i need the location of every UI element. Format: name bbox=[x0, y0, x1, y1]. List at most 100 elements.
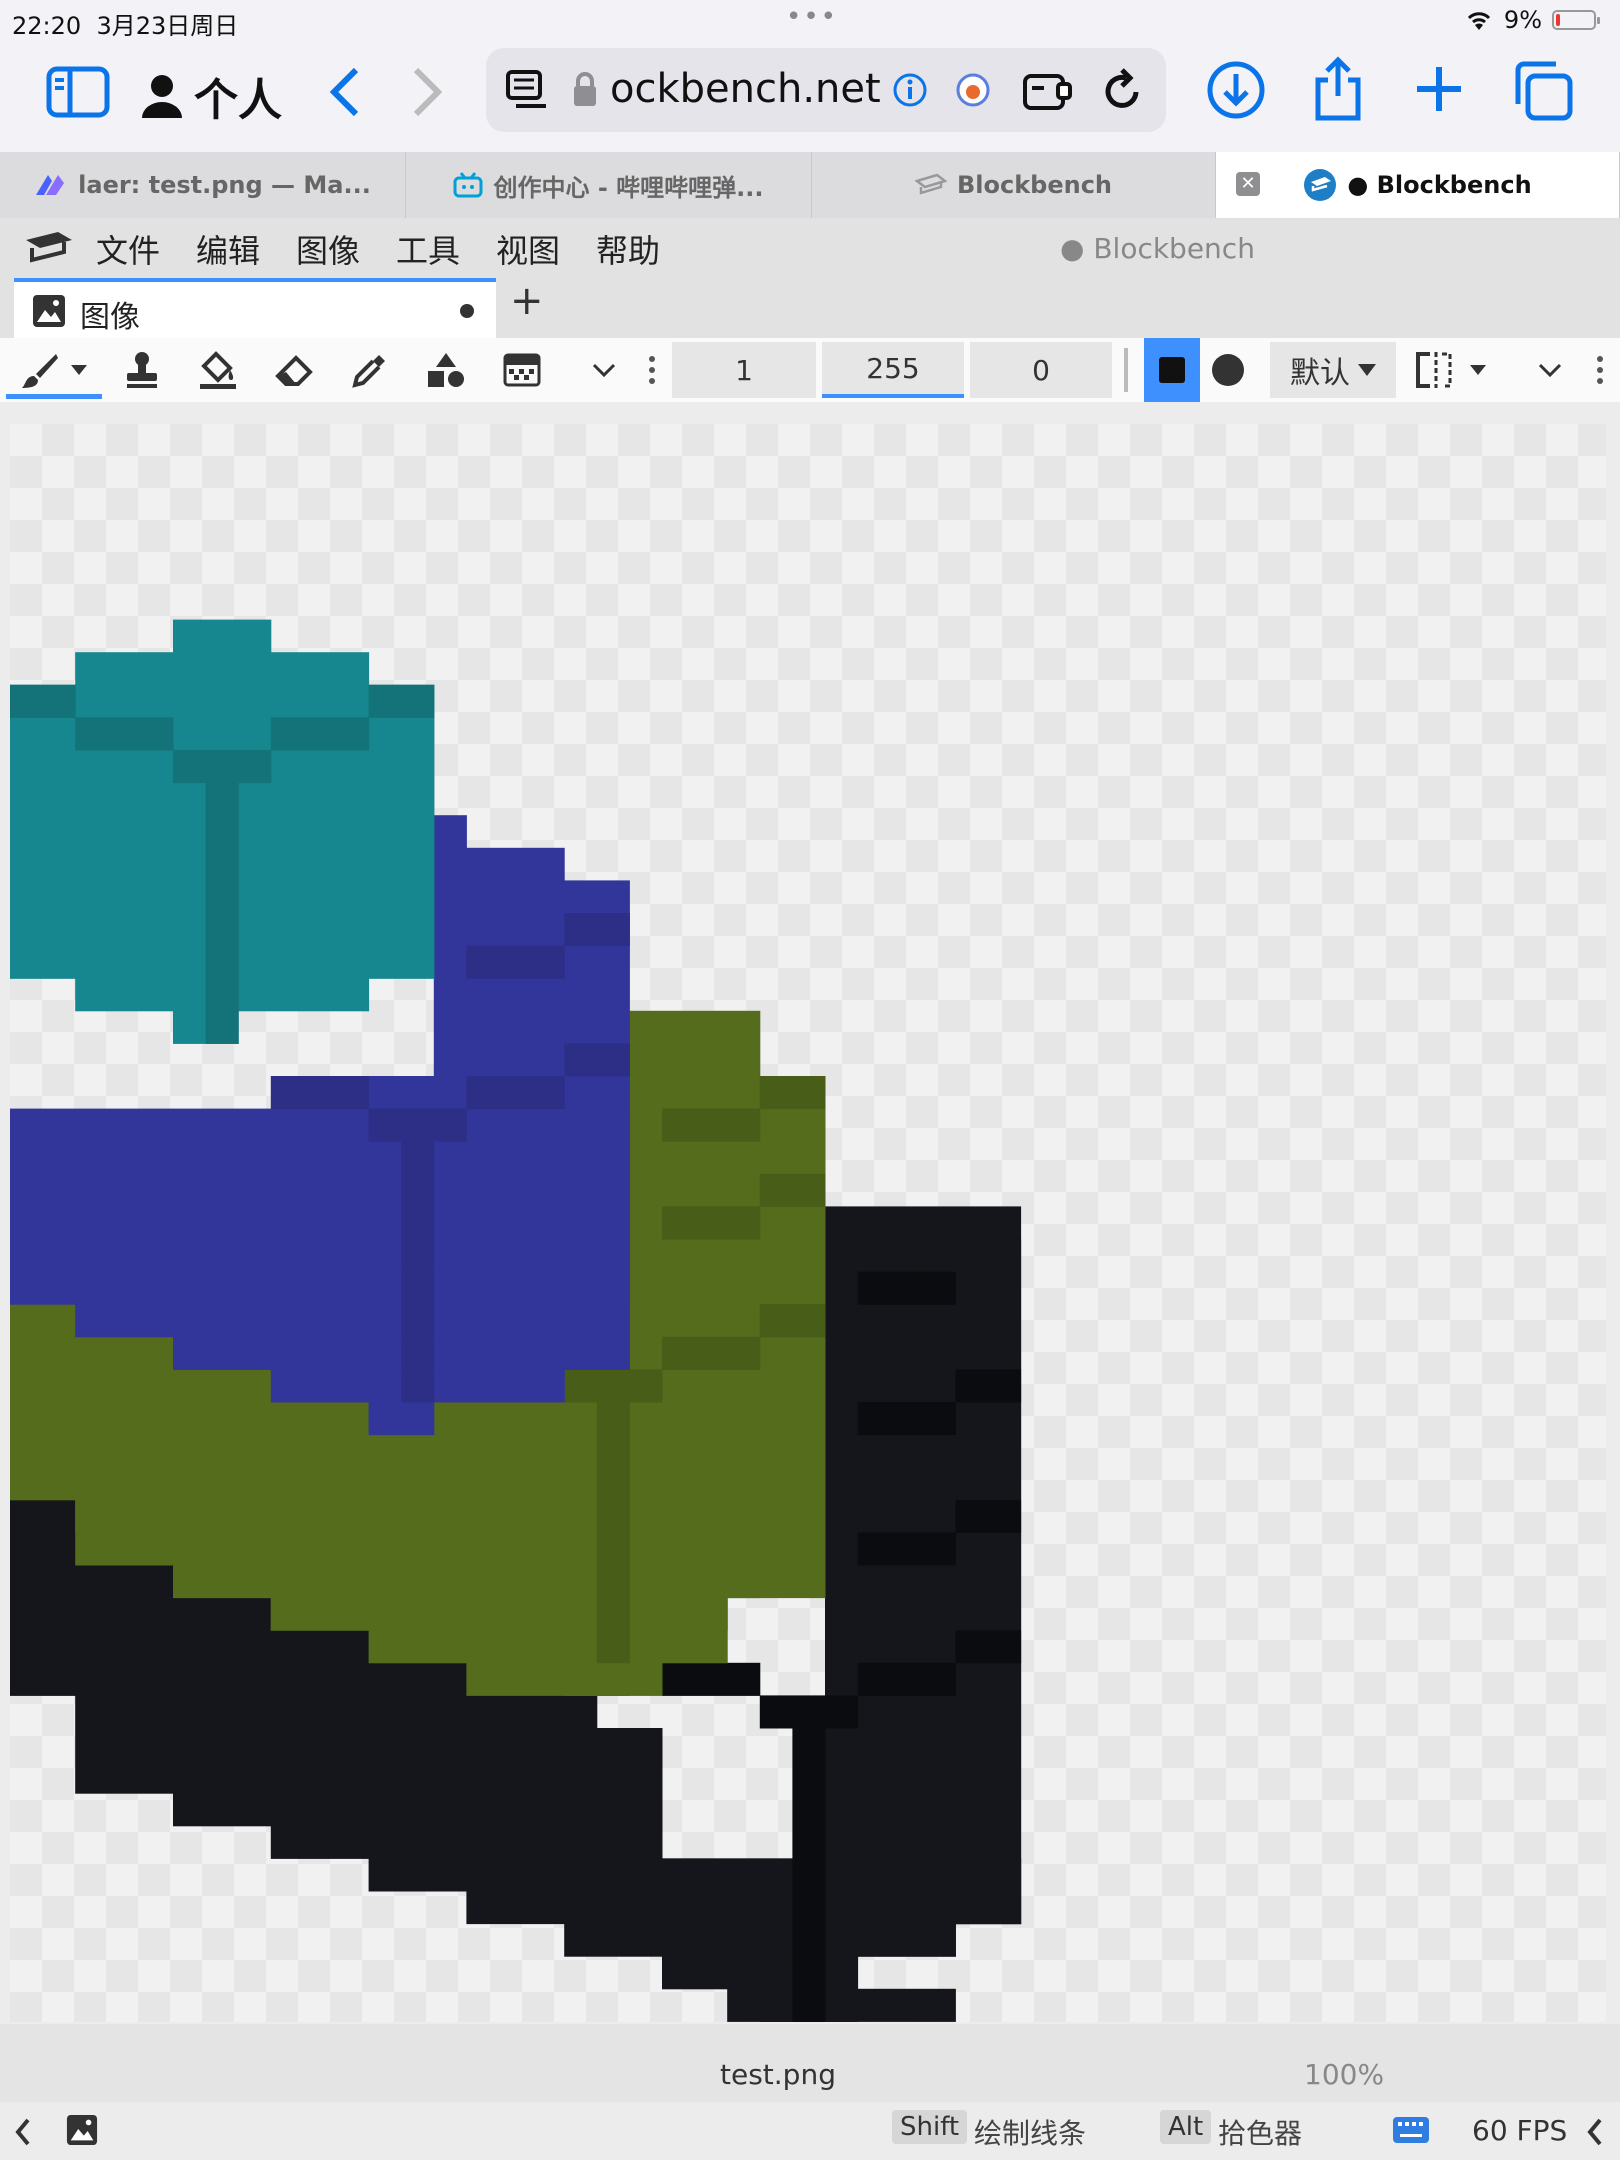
black-leaf-pixels[interactable] bbox=[75, 1728, 663, 1794]
forward-icon[interactable] bbox=[410, 66, 446, 118]
gradient-tool[interactable] bbox=[500, 348, 544, 392]
brush-dropdown[interactable] bbox=[64, 348, 94, 392]
black-leaf-shade[interactable] bbox=[662, 1662, 761, 1696]
green-leaf-pixels[interactable] bbox=[173, 1532, 630, 1566]
blue-leaf-pixels[interactable] bbox=[10, 1108, 630, 1273]
blue-leaf-pixels[interactable] bbox=[173, 1336, 272, 1370]
pixel-artwork[interactable] bbox=[10, 424, 1606, 2022]
overflow-dropdown[interactable] bbox=[1528, 348, 1572, 392]
share-icon[interactable] bbox=[1310, 56, 1366, 122]
teal-leaf-shade[interactable] bbox=[368, 684, 435, 718]
image-icon[interactable] bbox=[66, 2114, 98, 2146]
blue-leaf-shade[interactable] bbox=[270, 1076, 370, 1110]
black-leaf-shade[interactable] bbox=[955, 1499, 1022, 1533]
black-leaf-shade[interactable] bbox=[857, 1271, 956, 1305]
reload-icon[interactable] bbox=[1100, 68, 1144, 114]
blue-leaf-shade[interactable] bbox=[466, 1076, 565, 1110]
fill-tool[interactable] bbox=[196, 348, 240, 392]
download-icon[interactable] bbox=[1206, 60, 1266, 120]
document-tab[interactable]: 图像 bbox=[14, 278, 496, 338]
teal-leaf-pixels[interactable] bbox=[173, 619, 272, 653]
black-leaf-pixels[interactable] bbox=[922, 1239, 1022, 1925]
green-leaf-pixels[interactable] bbox=[173, 1565, 272, 1599]
menu-help[interactable]: 帮助 bbox=[596, 226, 660, 272]
teal-leaf-shade[interactable] bbox=[173, 750, 272, 784]
browser-tab-3[interactable]: Blockbench bbox=[812, 152, 1216, 218]
square-brush-button[interactable] bbox=[1144, 338, 1200, 402]
green-leaf-shade[interactable] bbox=[759, 1076, 826, 1110]
black-leaf-pixels[interactable] bbox=[270, 1825, 663, 1859]
keyboard-icon[interactable] bbox=[1392, 2116, 1430, 2144]
close-tab-icon[interactable]: ✕ bbox=[1236, 172, 1260, 196]
address-bar[interactable]: ockbench.net bbox=[486, 48, 1166, 132]
black-leaf-shade[interactable] bbox=[857, 1662, 956, 1696]
green-leaf-pixels[interactable] bbox=[629, 1010, 761, 1077]
teal-leaf-shade[interactable] bbox=[75, 717, 174, 751]
back-icon[interactable] bbox=[326, 66, 362, 118]
reader-icon[interactable] bbox=[506, 70, 550, 110]
browser-tab-active[interactable]: ● Blockbench bbox=[1216, 152, 1620, 218]
color-picker-tool[interactable] bbox=[348, 348, 392, 392]
blue-leaf-pixels[interactable] bbox=[75, 1271, 630, 1305]
blue-leaf-shade[interactable] bbox=[564, 913, 630, 947]
brush-softness-field[interactable]: 0 bbox=[970, 342, 1112, 398]
black-leaf-shade[interactable] bbox=[759, 1695, 859, 1729]
profile-button[interactable]: 个人 bbox=[140, 64, 282, 128]
multitask-dots[interactable]: ••• bbox=[786, 2, 838, 32]
green-leaf-pixels[interactable] bbox=[270, 1597, 370, 1631]
url-text[interactable]: ockbench.net bbox=[610, 66, 910, 112]
brush-opacity-field[interactable]: 255 bbox=[822, 342, 964, 398]
blue-leaf-pixels[interactable] bbox=[368, 1369, 565, 1403]
teal-leaf-shade[interactable] bbox=[205, 782, 239, 1044]
blue-leaf-pixels[interactable] bbox=[270, 1369, 370, 1403]
teal-leaf-shade[interactable] bbox=[10, 684, 76, 718]
green-leaf-shade[interactable] bbox=[759, 1304, 826, 1338]
mirror-paint-toggle[interactable] bbox=[1414, 348, 1454, 392]
blue-leaf-pixels[interactable] bbox=[433, 815, 467, 1077]
zoom-level[interactable]: 100% bbox=[1304, 2058, 1384, 2091]
chevron-left-icon[interactable] bbox=[1586, 2118, 1604, 2146]
blend-mode-select[interactable]: 默认 bbox=[1270, 342, 1396, 398]
green-leaf-shade[interactable] bbox=[596, 1402, 630, 1664]
round-brush-button[interactable] bbox=[1200, 338, 1256, 402]
brush-tool[interactable] bbox=[18, 348, 62, 392]
black-leaf-shade[interactable] bbox=[857, 1402, 956, 1436]
black-leaf-pixels[interactable] bbox=[662, 1956, 761, 1990]
black-leaf-shade[interactable] bbox=[792, 1728, 826, 2022]
mirror-dropdown[interactable] bbox=[1458, 348, 1498, 392]
chevron-left-icon[interactable] bbox=[14, 2118, 32, 2146]
black-leaf-pixels[interactable] bbox=[75, 1695, 598, 1729]
menu-view[interactable]: 视图 bbox=[496, 226, 560, 272]
green-leaf-shade[interactable] bbox=[662, 1336, 761, 1370]
browser-tab-2[interactable]: 创作中心 - 哔哩哔哩弹... bbox=[406, 152, 812, 218]
plugin-icon[interactable] bbox=[1022, 70, 1074, 112]
green-leaf-shade[interactable] bbox=[662, 1206, 761, 1240]
menu-edit[interactable]: 编辑 bbox=[196, 226, 260, 272]
brush-size-field[interactable]: 1 bbox=[672, 342, 816, 398]
tabs-overview-icon[interactable] bbox=[1512, 60, 1574, 122]
image-canvas[interactable] bbox=[10, 424, 1606, 2022]
info-icon[interactable] bbox=[892, 72, 928, 108]
browser-tab-1[interactable]: laer: test.png — Ma... bbox=[0, 152, 406, 218]
teal-leaf-shade[interactable] bbox=[270, 717, 370, 751]
eraser-tool[interactable] bbox=[272, 348, 316, 392]
black-leaf-shade[interactable] bbox=[857, 1532, 956, 1566]
new-document-button[interactable]: + bbox=[510, 278, 544, 324]
green-leaf-pixels[interactable] bbox=[75, 1467, 630, 1533]
blue-leaf-shade[interactable] bbox=[564, 1043, 630, 1077]
green-leaf-pixels[interactable] bbox=[368, 1565, 761, 1599]
green-leaf-shade[interactable] bbox=[662, 1108, 761, 1142]
blockbench-logo[interactable] bbox=[24, 230, 74, 264]
sidebar-icon[interactable] bbox=[46, 66, 110, 118]
blue-leaf-shade[interactable] bbox=[401, 1141, 435, 1403]
black-leaf-shade[interactable] bbox=[955, 1369, 1022, 1403]
green-leaf-pixels[interactable] bbox=[368, 1630, 467, 1664]
menu-image[interactable]: 图像 bbox=[296, 226, 360, 272]
green-leaf-shade[interactable] bbox=[564, 1369, 663, 1403]
blue-leaf-shade[interactable] bbox=[466, 945, 565, 979]
toolbar-handle[interactable] bbox=[642, 348, 662, 392]
black-leaf-pixels[interactable] bbox=[173, 1793, 663, 1827]
new-tab-icon[interactable] bbox=[1414, 64, 1464, 114]
shape-tool[interactable] bbox=[424, 348, 468, 392]
black-leaf-shade[interactable] bbox=[955, 1630, 1022, 1664]
